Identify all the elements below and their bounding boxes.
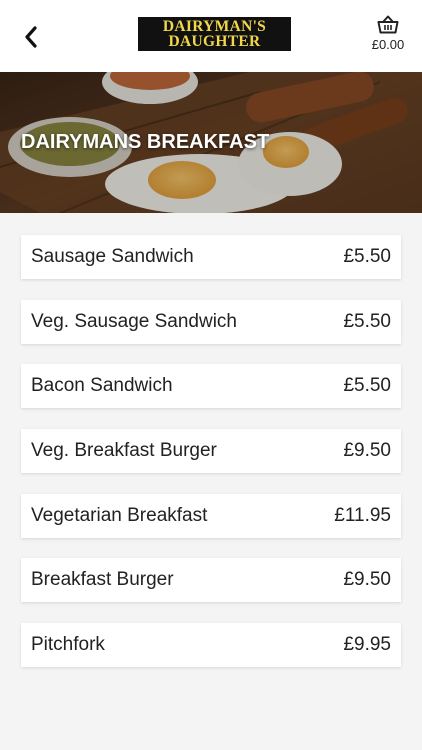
menu-item-price: £5.50 xyxy=(343,375,391,397)
back-button[interactable] xyxy=(16,22,46,52)
menu-item-name: Veg. Sausage Sandwich xyxy=(31,310,237,332)
menu-item-name: Pitchfork xyxy=(31,634,105,656)
menu-item-name: Sausage Sandwich xyxy=(31,246,194,267)
menu-item[interactable]: Veg. Sausage Sandwich £5.50 xyxy=(21,299,401,344)
menu-item-price: £11.95 xyxy=(334,504,391,526)
menu-item[interactable]: Sausage Sandwich £5.50 xyxy=(21,235,401,279)
basket-button[interactable]: £0.00 xyxy=(368,15,408,57)
menu-item[interactable]: Veg. Breakfast Burger £9.50 xyxy=(21,429,401,474)
menu-item[interactable]: Vegetarian Breakfast £11.95 xyxy=(21,493,401,538)
menu-item-list: Sausage Sandwich £5.50 Veg. Sausage Sand… xyxy=(21,235,401,688)
logo-line-1: DAIRYMAN'S xyxy=(162,18,267,35)
menu-item[interactable]: Pitchfork £9.95 xyxy=(21,623,401,668)
basket-total: £0.00 xyxy=(371,37,405,52)
chevron-left-icon xyxy=(25,26,37,48)
category-hero-banner: DAIRYMANS BREAKFAST xyxy=(0,72,422,213)
menu-item-price: £9.95 xyxy=(343,634,391,656)
menu-item-name: Veg. Breakfast Burger xyxy=(31,440,217,462)
menu-item[interactable]: Breakfast Burger £9.50 xyxy=(21,558,401,603)
category-title: DAIRYMANS BREAKFAST xyxy=(21,131,270,153)
menu-item-name: Vegetarian Breakfast xyxy=(31,504,208,526)
menu-item-name: Bacon Sandwich xyxy=(31,375,173,397)
menu-item[interactable]: Bacon Sandwich £5.50 xyxy=(21,364,401,409)
menu-item-price: £9.50 xyxy=(343,569,391,591)
logo-line-2: DAUGHTER xyxy=(168,33,261,50)
menu-item-price: £9.50 xyxy=(343,440,391,462)
menu-item-price: £5.50 xyxy=(343,310,391,332)
basket-icon xyxy=(377,15,399,34)
menu-item-name: Breakfast Burger xyxy=(31,569,174,591)
menu-item-price: £5.50 xyxy=(343,246,391,267)
app-header: DAIRYMAN'S DAUGHTER £0.00 xyxy=(0,0,422,72)
brand-logo: DAIRYMAN'S DAUGHTER xyxy=(138,17,291,51)
